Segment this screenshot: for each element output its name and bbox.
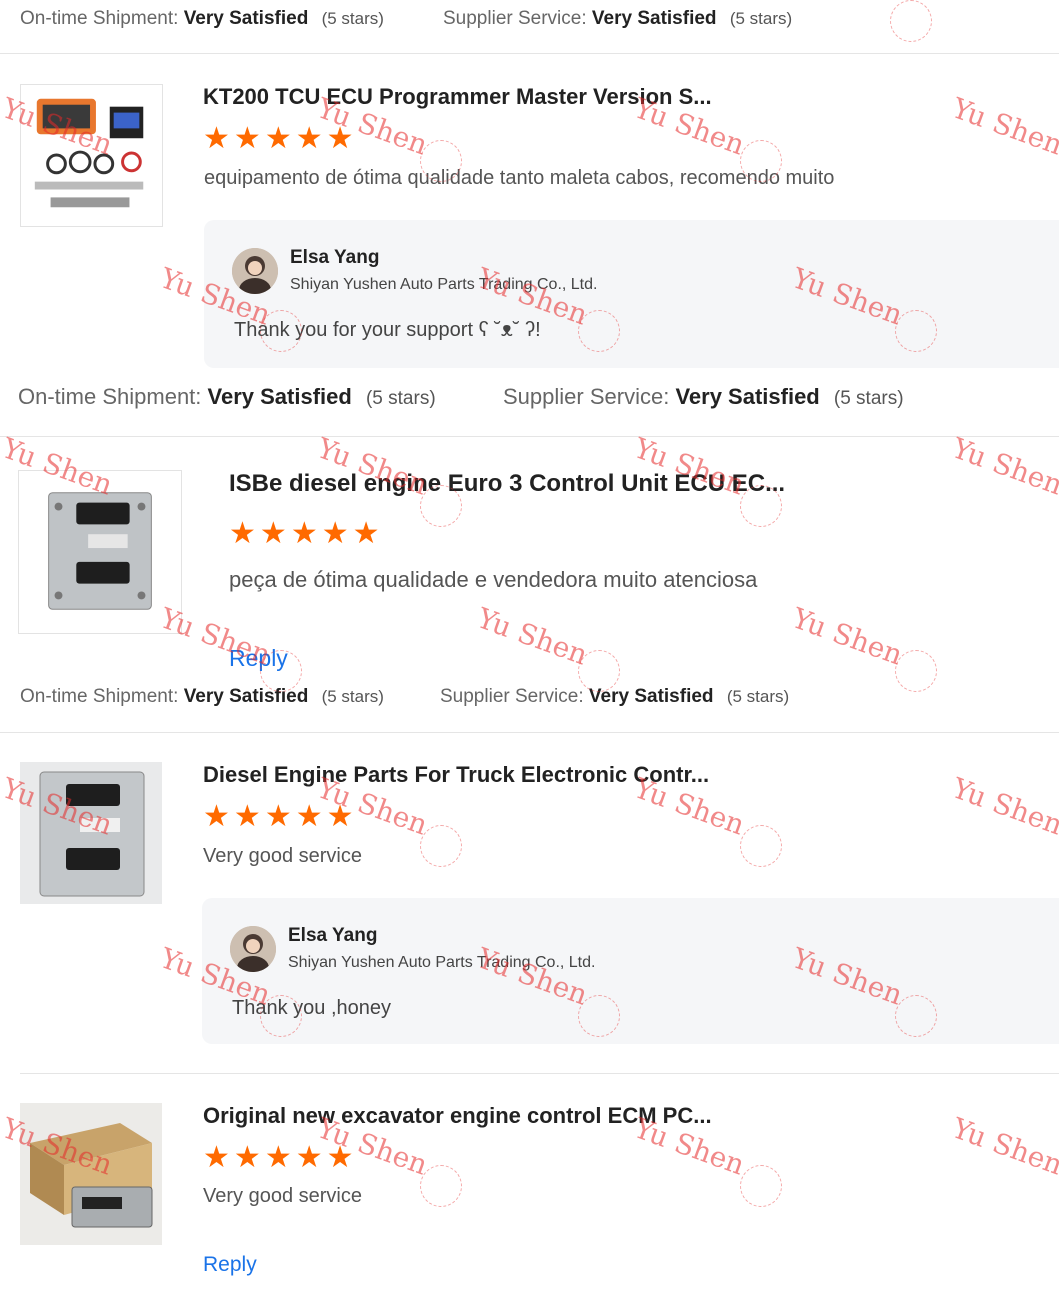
seal-icon: [740, 1165, 782, 1207]
seller-name: Elsa Yang: [290, 247, 380, 268]
review-comment: Very good service: [203, 845, 362, 867]
product-title[interactable]: KT200 TCU ECU Programmer Master Version …: [203, 84, 712, 110]
rating-row: On-time Shipment: Very Satisfied (5 star…: [0, 686, 1059, 712]
star-icon: ★: [326, 800, 354, 833]
programmer-kit-image: [21, 85, 162, 226]
star-icon: ★: [326, 122, 354, 155]
star-rating: ★ ★ ★ ★ ★: [229, 519, 380, 549]
divider: [0, 53, 1059, 54]
service-label: Supplier Service:: [443, 8, 587, 29]
product-title[interactable]: Original new excavator engine control EC…: [203, 1103, 712, 1129]
shipment-value: Very Satisfied: [183, 686, 309, 707]
star-icon: ★: [233, 800, 261, 833]
watermark: Yu Shen: [947, 431, 1059, 502]
service-value: Very Satisfied: [588, 686, 714, 707]
avatar: [232, 248, 278, 294]
ecu-module-image: [19, 471, 181, 633]
watermark: Yu Shen: [787, 601, 907, 672]
divider: [0, 436, 1059, 437]
watermark: Yu Shen: [947, 91, 1059, 162]
shipment-stars: (5 stars): [365, 388, 436, 409]
seal-icon: [420, 1165, 462, 1207]
service-value: Very Satisfied: [675, 384, 820, 409]
ecm-box-image: [20, 1103, 162, 1245]
star-icon: ★: [259, 517, 287, 550]
seller-name: Elsa Yang: [288, 925, 378, 946]
star-icon: ★: [203, 1141, 230, 1174]
service-value: Very Satisfied: [591, 8, 717, 29]
seal-icon: [420, 825, 462, 867]
star-icon: ★: [290, 517, 318, 550]
star-icon: ★: [203, 122, 230, 155]
rating-row: On-time Shipment: Very Satisfied (5 star…: [0, 8, 1059, 34]
shipment-stars: (5 stars): [321, 9, 384, 28]
rating-row: On-time Shipment: Very Satisfied (5 star…: [0, 384, 1059, 412]
star-icon: ★: [321, 517, 349, 550]
review-comment: Very good service: [203, 1185, 362, 1207]
product-thumbnail[interactable]: [20, 762, 162, 904]
star-icon: ★: [233, 1141, 261, 1174]
divider: [20, 1073, 1059, 1074]
review-comment: peça de ótima qualidade e vendedora muit…: [229, 567, 758, 592]
product-title[interactable]: ISBe diesel engine Euro 3 Control Unit E…: [229, 470, 785, 498]
avatar: [230, 926, 276, 972]
seller-reply: Elsa Yang Shiyan Yushen Auto Parts Tradi…: [204, 220, 1059, 368]
service-label: Supplier Service:: [440, 686, 584, 707]
watermark: Yu Shen: [947, 771, 1059, 842]
shipment-label: On-time Shipment:: [20, 686, 179, 707]
star-rating: ★ ★ ★ ★ ★: [203, 1143, 354, 1173]
review-comment: equipamento de ótima qualidade tanto mal…: [204, 167, 835, 189]
star-icon: ★: [295, 800, 323, 833]
watermark: Yu Shen: [472, 601, 592, 672]
shipment-label: On-time Shipment:: [18, 384, 202, 409]
shipment-value: Very Satisfied: [183, 8, 309, 29]
star-icon: ★: [203, 800, 230, 833]
star-rating: ★ ★ ★ ★ ★: [203, 124, 354, 154]
product-thumbnail[interactable]: [20, 1103, 162, 1245]
reply-link[interactable]: Reply: [203, 1253, 257, 1277]
seal-icon: [740, 825, 782, 867]
product-title[interactable]: Diesel Engine Parts For Truck Electronic…: [203, 762, 709, 788]
star-icon: ★: [264, 1141, 292, 1174]
shipment-value: Very Satisfied: [207, 384, 352, 409]
service-label: Supplier Service:: [503, 384, 670, 409]
star-icon: ★: [264, 122, 292, 155]
star-icon: ★: [264, 800, 292, 833]
product-thumbnail[interactable]: [20, 84, 163, 227]
seller-reply: Elsa Yang Shiyan Yushen Auto Parts Tradi…: [202, 898, 1059, 1044]
service-stars: (5 stars): [729, 9, 793, 28]
product-thumbnail[interactable]: [18, 470, 182, 634]
reply-text: Thank you for your support ʕ ˘ᴥ˘ ʔ!: [234, 319, 541, 341]
reply-link[interactable]: Reply: [229, 645, 288, 672]
star-icon: ★: [352, 517, 380, 550]
star-icon: ★: [295, 1141, 323, 1174]
star-rating: ★ ★ ★ ★ ★: [203, 802, 354, 832]
seller-company: Shiyan Yushen Auto Parts Trading Co., Lt…: [290, 276, 598, 293]
star-icon: ★: [229, 517, 256, 550]
star-icon: ★: [326, 1141, 354, 1174]
service-stars: (5 stars): [726, 687, 790, 706]
seller-company: Shiyan Yushen Auto Parts Trading Co., Lt…: [288, 954, 596, 971]
star-icon: ★: [233, 122, 261, 155]
shipment-stars: (5 stars): [321, 687, 384, 706]
shipment-label: On-time Shipment:: [20, 8, 179, 29]
reply-text: Thank you ,honey: [232, 997, 391, 1019]
divider: [0, 732, 1059, 733]
ecu-module-image: [20, 762, 162, 904]
service-stars: (5 stars): [833, 388, 904, 409]
star-icon: ★: [295, 122, 323, 155]
watermark: Yu Shen: [947, 1111, 1059, 1182]
